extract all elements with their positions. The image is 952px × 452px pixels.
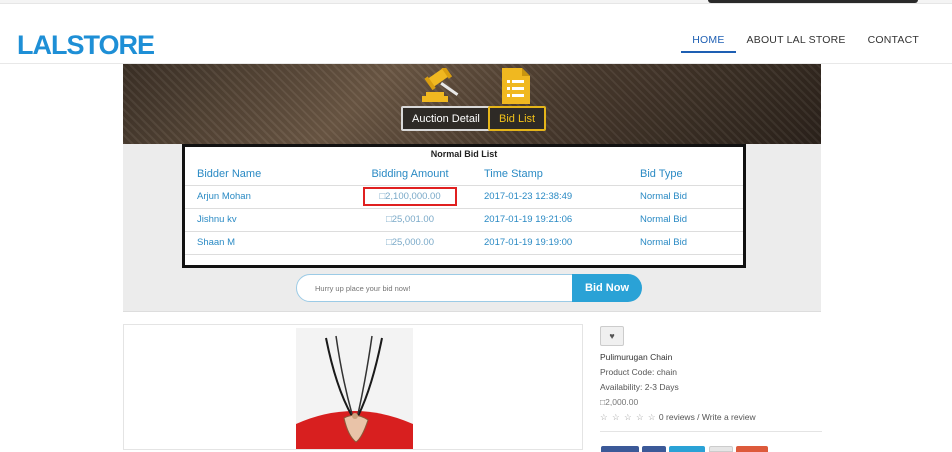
table-row: Arjun Mohan □2,100,000.00 2017-01-23 12:… — [185, 185, 743, 209]
product-image[interactable] — [296, 328, 413, 449]
table-header-row: Bidder Name Bidding Amount Time Stamp Bi… — [185, 163, 743, 186]
product-name: Pulimurugan Chain — [600, 352, 673, 362]
time-stamp: 2017-01-19 19:21:06 — [470, 208, 640, 232]
bid-panel: Normal Bid List Bidder Name Bidding Amou… — [123, 144, 821, 312]
facebook-share-icon[interactable] — [601, 446, 639, 452]
main-nav: HOME ABOUT LAL STORE CONTACT — [681, 34, 930, 53]
twitter-share-icon[interactable] — [669, 446, 705, 452]
chain-pendant-image — [296, 328, 413, 449]
bid-amount-input[interactable] — [296, 274, 578, 302]
site-logo[interactable]: LALSTORE — [17, 30, 155, 61]
bid-form: Bid Now — [296, 274, 642, 302]
bid-type: Normal Bid — [640, 185, 743, 209]
tab-auction-detail[interactable]: Auction Detail — [401, 106, 491, 131]
bidding-amount-cell: □2,100,000.00 — [350, 185, 470, 209]
table-row: Jishnu kv □25,001.00 2017-01-19 19:21:06… — [185, 208, 743, 232]
bidding-amount: □25,000.00 — [350, 231, 470, 255]
table-row: Shaan M □25,000.00 2017-01-19 19:19:00 N… — [185, 231, 743, 255]
header-time-stamp: Time Stamp — [470, 163, 640, 186]
highlighted-amount: □2,100,000.00 — [363, 187, 457, 206]
rating-line: ☆ ☆ ☆ ☆ ☆ 0 reviews / Write a review — [600, 412, 830, 423]
heart-icon[interactable]: ♥ — [600, 326, 624, 346]
reviews-link[interactable]: 0 reviews / Write a review — [659, 412, 756, 422]
top-bar-dark — [708, 0, 918, 3]
bidding-amount: □25,001.00 — [350, 208, 470, 232]
header-bidder-name: Bidder Name — [185, 163, 350, 186]
product-price: □2,000.00 — [600, 397, 639, 407]
bid-type: Normal Bid — [640, 208, 743, 232]
auction-hero-banner: Auction Detail Bid List — [123, 64, 821, 144]
nav-contact[interactable]: CONTACT — [857, 34, 930, 53]
facebook-like-icon[interactable] — [642, 446, 666, 452]
bid-table: Bidder Name Bidding Amount Time Stamp Bi… — [185, 163, 743, 255]
nav-home[interactable]: HOME — [681, 34, 736, 53]
share-icon[interactable] — [709, 446, 733, 452]
gavel-icon — [422, 68, 459, 102]
bid-list-box: Normal Bid List Bidder Name Bidding Amou… — [182, 144, 746, 268]
divider — [600, 431, 822, 432]
header-bid-type: Bid Type — [640, 163, 743, 186]
document-list-icon — [502, 68, 530, 104]
nav-about[interactable]: ABOUT LAL STORE — [736, 34, 857, 53]
product-availability: Availability: 2-3 Days — [600, 382, 679, 392]
product-info: ♥ Pulimurugan Chain Product Code: chain … — [600, 326, 830, 432]
time-stamp: 2017-01-23 12:38:49 — [470, 185, 640, 209]
bid-list-caption: Normal Bid List — [430, 149, 498, 159]
star-rating-icons: ☆ ☆ ☆ ☆ ☆ — [600, 412, 657, 422]
product-code: Product Code: chain — [600, 367, 678, 377]
product-image-frame — [123, 324, 583, 450]
tab-bid-list[interactable]: Bid List — [488, 106, 547, 131]
bidder-name: Arjun Mohan — [185, 185, 350, 209]
google-plus-icon[interactable] — [736, 446, 768, 452]
header-bidding-amount: Bidding Amount — [350, 163, 470, 186]
bid-type: Normal Bid — [640, 231, 743, 255]
site-header: LALSTORE HOME ABOUT LAL STORE CONTACT — [0, 4, 952, 64]
bidder-name: Shaan M — [185, 231, 350, 255]
bid-now-button[interactable]: Bid Now — [572, 274, 642, 302]
bidder-name: Jishnu kv — [185, 208, 350, 232]
time-stamp: 2017-01-19 19:19:00 — [470, 231, 640, 255]
